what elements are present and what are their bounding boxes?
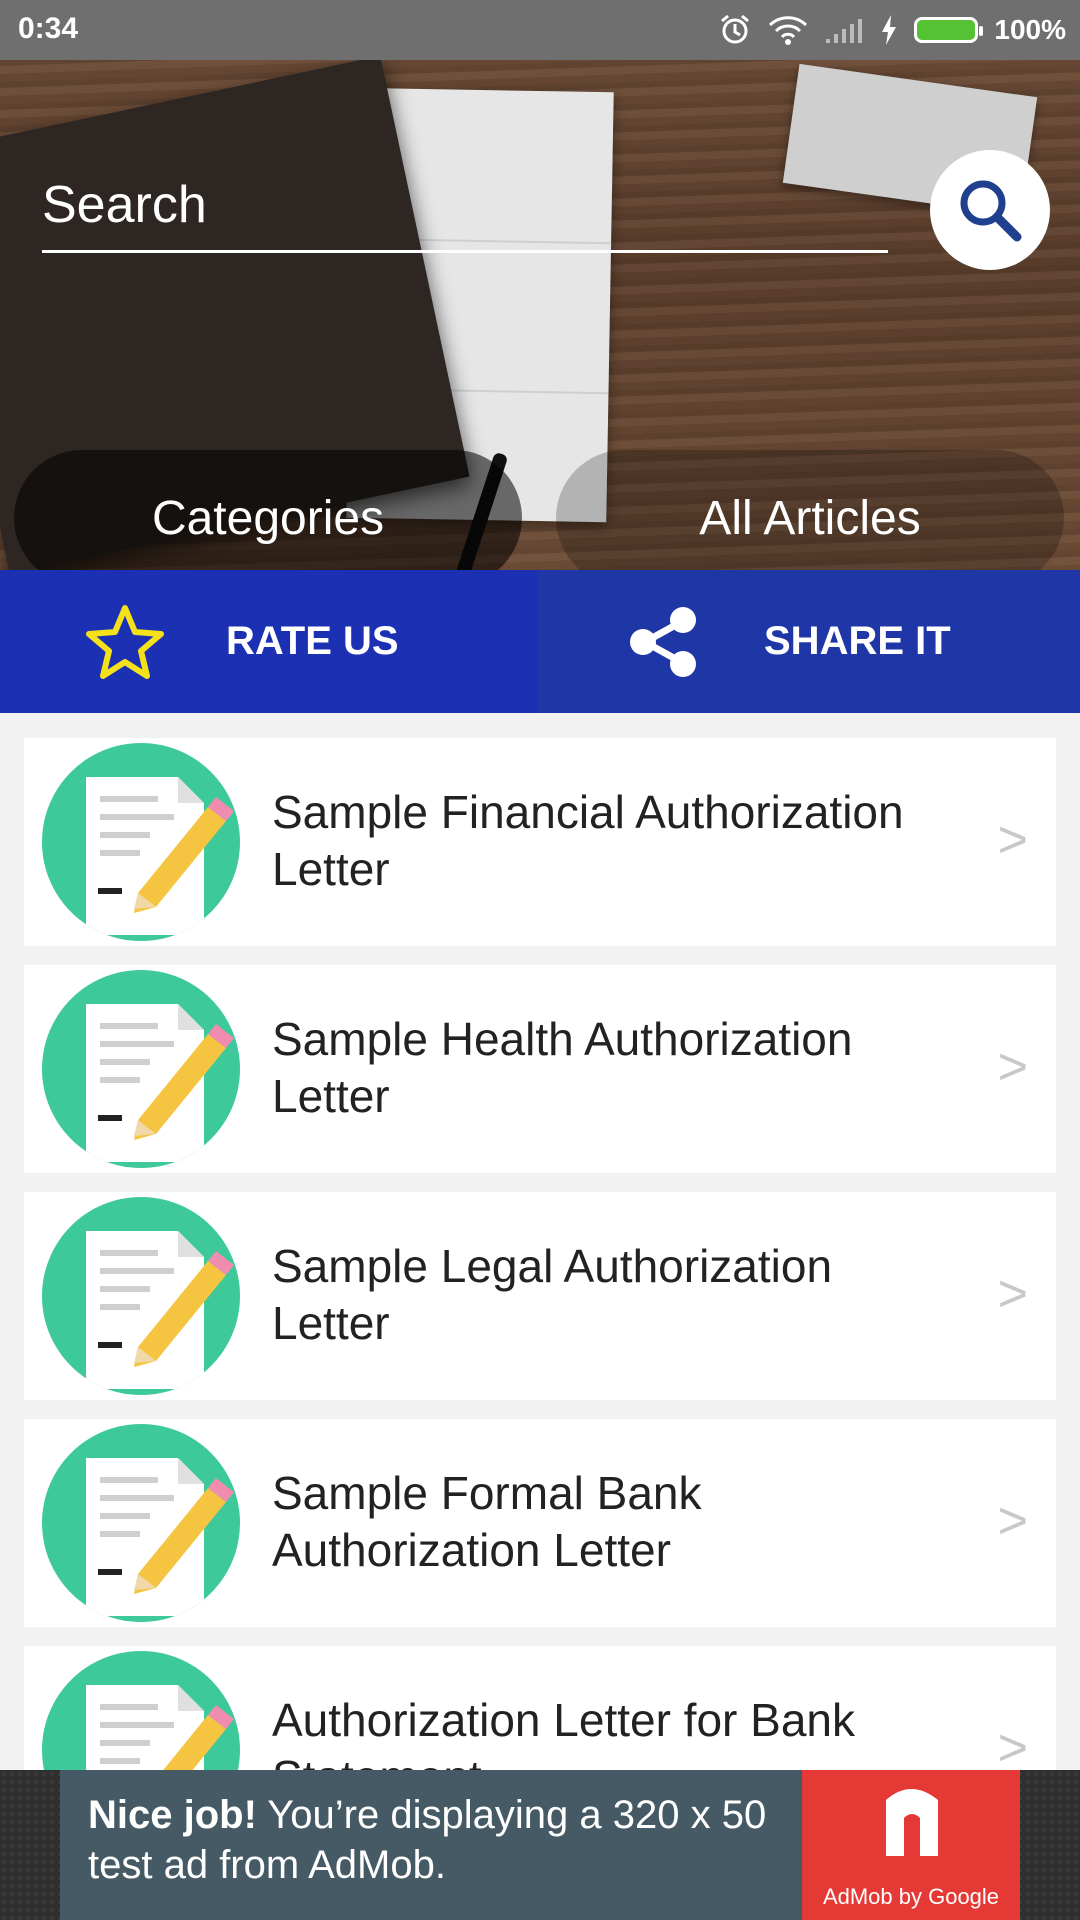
battery-icon — [914, 17, 984, 43]
list-item[interactable]: Sample Legal Authorization Letter > — [24, 1192, 1056, 1400]
document-pencil-icon — [42, 743, 240, 941]
admob-icon — [886, 1789, 938, 1856]
document-pencil-icon — [42, 970, 240, 1168]
title-line-2: Letter — [272, 1297, 390, 1349]
rate-us-label: RATE US — [226, 619, 399, 663]
wifi-icon — [769, 16, 808, 45]
article-list: Sample Financial Authorization Letter > … — [24, 738, 1056, 1873]
title-line-1: Sample Formal Bank — [272, 1467, 702, 1519]
rate-us-button[interactable]: RATE US — [0, 570, 538, 713]
article-title: Sample Legal Authorization Letter — [272, 1238, 972, 1352]
chevron-right-icon: > — [997, 811, 1028, 869]
header-banner: Search Categories All Articles — [0, 60, 1080, 570]
chevron-right-icon: > — [997, 1265, 1028, 1323]
chevron-right-icon: > — [997, 1492, 1028, 1550]
action-bar: RATE US SHARE IT — [0, 570, 1080, 713]
signal-icon — [826, 19, 863, 43]
search-input[interactable]: Search — [42, 170, 888, 253]
battery-percent: 100% — [994, 14, 1066, 45]
chevron-right-icon: > — [997, 1719, 1028, 1777]
ad-content[interactable]: Nice job! You’re displaying a 320 x 50 t… — [60, 1770, 1020, 1920]
title-line-2: Letter — [272, 1070, 390, 1122]
document-pencil-icon — [42, 1197, 240, 1395]
ad-banner[interactable]: Nice job! You’re displaying a 320 x 50 t… — [0, 1770, 1080, 1920]
star-icon — [80, 597, 170, 687]
title-line-1: Sample Health Authorization — [272, 1013, 853, 1065]
title-line-2: Authorization Letter — [272, 1524, 671, 1576]
title-line-1: Authorization Letter for Bank — [272, 1694, 855, 1746]
share-icon — [618, 597, 708, 687]
chevron-right-icon: > — [997, 1038, 1028, 1096]
article-title: Sample Financial Authorization Letter — [272, 784, 972, 898]
alarm-icon — [721, 14, 750, 44]
charging-icon — [882, 15, 897, 45]
search-icon — [960, 180, 1022, 242]
article-title: Sample Formal Bank Authorization Letter — [272, 1465, 972, 1579]
list-item[interactable]: Sample Health Authorization Letter > — [24, 965, 1056, 1173]
article-title: Sample Health Authorization Letter — [272, 1011, 972, 1125]
ad-headline: Nice job! — [88, 1793, 257, 1837]
title-line-2: Letter — [272, 843, 390, 895]
all-articles-tab[interactable]: All Articles — [556, 450, 1064, 570]
title-line-1: Sample Legal Authorization — [272, 1240, 833, 1292]
admob-label: AdMob by Google — [822, 1884, 1000, 1909]
status-time: 0:34 — [18, 12, 79, 45]
document-pencil-icon — [42, 1424, 240, 1622]
status-icons: 100% — [718, 8, 1066, 52]
admob-logo: AdMob by Google — [802, 1770, 1020, 1920]
list-item[interactable]: Sample Formal Bank Authorization Letter … — [24, 1419, 1056, 1627]
share-it-button[interactable]: SHARE IT — [538, 570, 1080, 713]
share-it-label: SHARE IT — [764, 619, 951, 663]
list-item[interactable]: Sample Financial Authorization Letter > — [24, 738, 1056, 946]
title-line-1: Sample Financial Authorization — [272, 786, 904, 838]
ad-text: Nice job! You’re displaying a 320 x 50 t… — [88, 1790, 828, 1890]
status-bar: 0:34 100% — [0, 0, 1080, 60]
categories-tab[interactable]: Categories — [14, 450, 522, 570]
search-button[interactable] — [930, 150, 1050, 270]
